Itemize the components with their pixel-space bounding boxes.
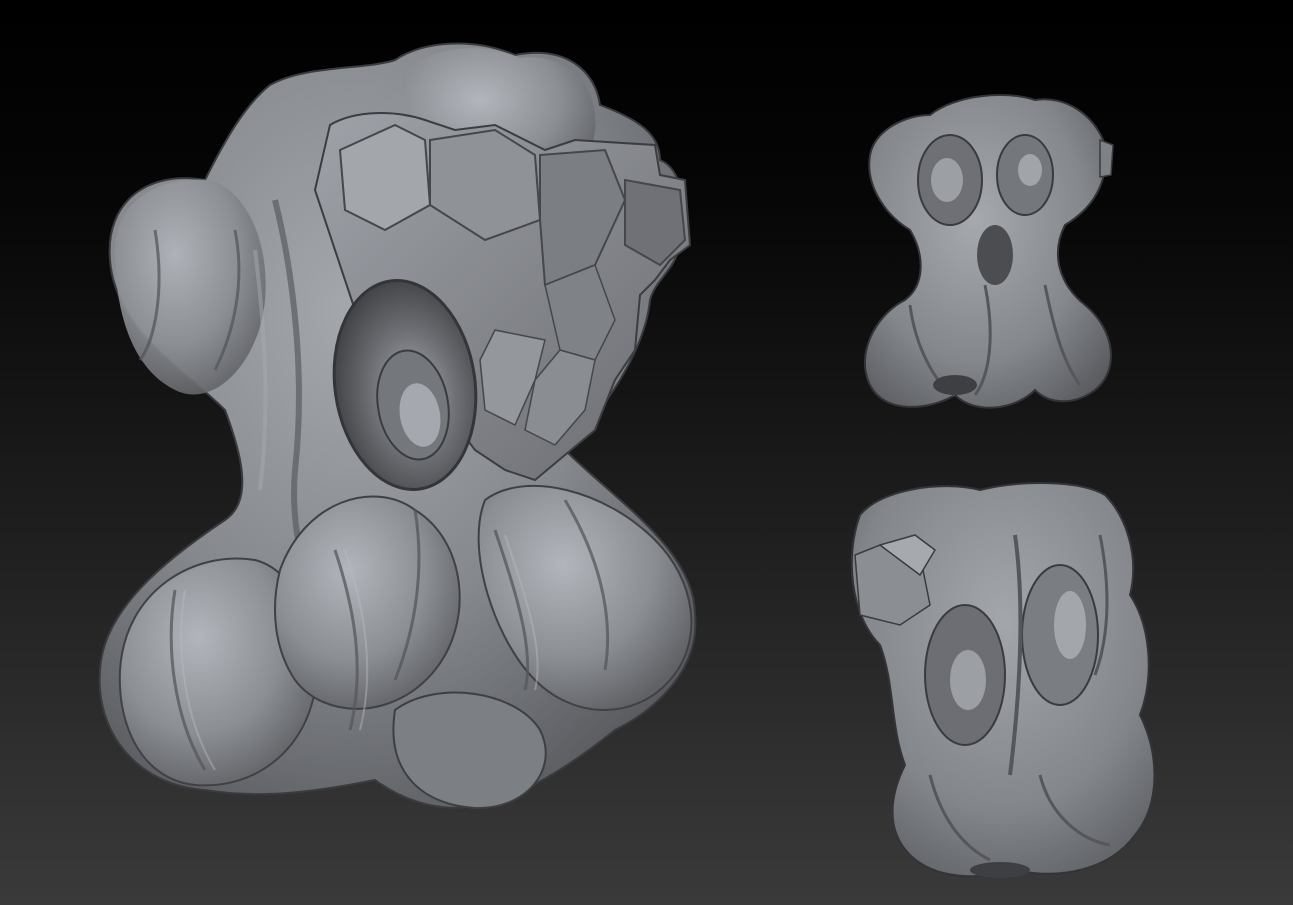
front-view-sculpt-thumbnail[interactable] [855,85,1125,420]
main-sculpt-model[interactable] [95,30,705,825]
side-view-sculpt-thumbnail[interactable] [840,475,1165,885]
left-shoulder-lobe [114,179,266,395]
sculpt-viewport[interactable] [0,0,1293,905]
